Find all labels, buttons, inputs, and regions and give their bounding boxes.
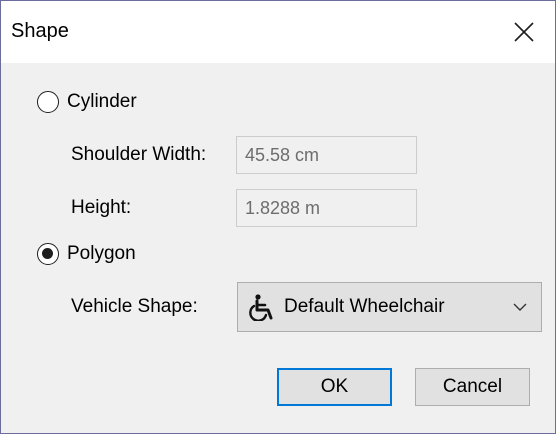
cylinder-radio[interactable]: Cylinder	[37, 91, 137, 113]
polygon-radio-circle[interactable]	[37, 243, 59, 265]
dialog-title: Shape	[11, 20, 69, 42]
chevron-down-icon	[505, 292, 535, 322]
cylinder-radio-label: Cylinder	[67, 91, 137, 112]
wheelchair-icon	[248, 292, 278, 322]
title-bar: Shape	[1, 1, 555, 63]
shoulder-width-label: Shoulder Width:	[71, 144, 207, 165]
polygon-radio[interactable]: Polygon	[37, 243, 136, 265]
vehicle-shape-value: Default Wheelchair	[284, 296, 445, 317]
height-field[interactable]: 1.8288 m	[236, 189, 417, 227]
height-label: Height:	[71, 197, 132, 218]
close-icon	[514, 22, 534, 42]
cylinder-radio-circle[interactable]	[37, 91, 59, 113]
shoulder-width-field[interactable]: 45.58 cm	[236, 136, 417, 174]
shape-dialog: Shape Cylinder Shoulder Width: 45.58 cm …	[0, 0, 556, 434]
vehicle-shape-label: Vehicle Shape:	[71, 296, 198, 317]
close-button[interactable]	[493, 1, 555, 63]
dialog-body: Cylinder Shoulder Width: 45.58 cm Height…	[1, 63, 555, 433]
vehicle-shape-dropdown[interactable]: Default Wheelchair	[237, 282, 542, 332]
cancel-button[interactable]: Cancel	[415, 368, 530, 406]
polygon-radio-label: Polygon	[67, 243, 136, 264]
ok-button[interactable]: OK	[277, 368, 392, 406]
